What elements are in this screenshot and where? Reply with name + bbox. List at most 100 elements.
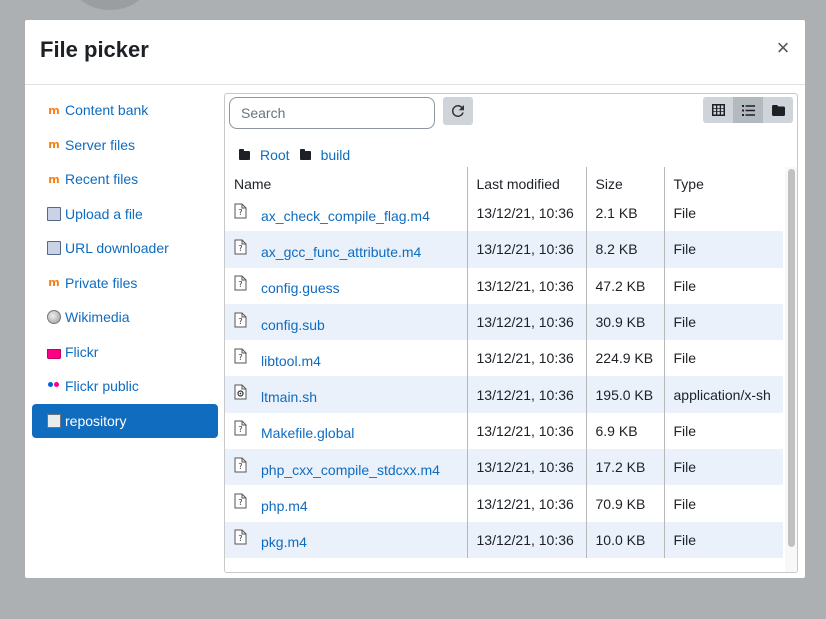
sidebar-item-wikimedia[interactable]: Wikimedia — [32, 300, 218, 335]
file-name: ax_check_compile_flag.m4 — [261, 207, 430, 224]
background-avatar — [68, 0, 152, 10]
sidebar-item-upload-a-file[interactable]: Upload a file — [32, 197, 218, 232]
table-row[interactable]: ? php_cxx_compile_stdcxx.m4 13/12/21, 10:3… — [225, 449, 783, 486]
sidebar-item-flickr-public[interactable]: Flickr public — [32, 369, 218, 404]
dialog-title: File picker — [40, 37, 149, 62]
file-link[interactable]: ? ax_gcc_func_attribute.m4 — [234, 239, 458, 260]
moodle-icon: m — [48, 172, 60, 186]
table-row[interactable]: ? config.sub 13/12/21, 10:36 30.9 KB File — [225, 303, 783, 341]
file-unknown-icon: ? — [234, 275, 247, 291]
svg-text:?: ? — [238, 462, 242, 471]
file-link[interactable]: ? config.guess — [234, 275, 458, 296]
breadcrumb-item-root[interactable]: Root — [239, 147, 290, 163]
file-unknown-icon: ? — [234, 493, 247, 509]
wikimedia-icon — [47, 310, 61, 325]
cell-last-modified: 13/12/21, 10:36 — [467, 303, 587, 341]
svg-text:?: ? — [238, 317, 242, 326]
breadcrumb-label: Root — [260, 147, 290, 163]
moodle-icon: m — [48, 138, 60, 152]
cell-size: 224.9 KB — [586, 340, 665, 377]
cell-last-modified: 13/12/21, 10:36 — [467, 449, 587, 486]
file-name: php_cxx_compile_stdcxx.m4 — [261, 461, 440, 478]
table-row[interactable]: ? php.m4 13/12/21, 10:36 70.9 KB File — [225, 485, 783, 522]
moodle-icon: m — [48, 103, 60, 117]
file-name: Makefile.global — [261, 425, 355, 442]
table-row[interactable]: ? ax_gcc_func_attribute.m4 13/12/21, 10:36… — [225, 231, 783, 268]
svg-text:?: ? — [238, 244, 242, 253]
sidebar-item-label: Wikimedia — [65, 309, 130, 326]
cell-type: File — [664, 521, 783, 558]
file-table: Name Last modified Size Type ? ax_check_comp… — [225, 167, 783, 558]
sidebar-item-repository[interactable]: repository — [32, 403, 218, 438]
file-link[interactable]: ? pkg.m4 — [234, 529, 458, 550]
cell-size: 195.0 KB — [586, 376, 665, 413]
file-unknown-icon: ? — [234, 420, 247, 436]
svg-text:?: ? — [238, 208, 242, 217]
cell-size: 8.2 KB — [586, 231, 665, 268]
sidebar-item-label: Server files — [65, 136, 136, 153]
table-row[interactable]: ? libtool.m4 13/12/21, 10:36 224.9 KB File — [225, 340, 783, 377]
icon-view-button[interactable] — [703, 97, 733, 123]
sidebar-item-content-bank[interactable]: m Content bank — [32, 93, 218, 128]
cell-type: File — [673, 277, 697, 294]
cell-type: File — [673, 422, 697, 439]
repository-icon — [47, 413, 61, 428]
table-row[interactable]: ? config.guess 13/12/21, 10:36 47.2 KB File — [225, 267, 783, 304]
file-link[interactable]: ? php.m4 — [234, 493, 458, 514]
view-mode-toggle — [703, 97, 793, 123]
table-row[interactable]: ? ax_check_compile_flag.m4 13/12/21, 10:36… — [225, 195, 783, 232]
file-unknown-icon: ? — [234, 312, 247, 328]
header-size[interactable]: Size — [586, 167, 665, 195]
cell-type: File — [673, 495, 697, 512]
file-link[interactable]: ? libtool.m4 — [234, 348, 458, 369]
cell-name: ? ax_gcc_func_attribute.m4 — [225, 231, 468, 268]
search-input[interactable] — [229, 97, 435, 129]
sidebar-item-private-files[interactable]: m Private files — [32, 266, 218, 301]
table-row[interactable]: ? pkg.m4 13/12/21, 10:36 10.0 KB File — [225, 521, 783, 558]
cell-last-modified: 13/12/21, 10:36 — [467, 485, 587, 522]
list-view-button[interactable] — [733, 97, 763, 123]
cell-type: File — [664, 303, 783, 341]
breadcrumb: Root build — [239, 147, 360, 163]
sidebar-item-server-files[interactable]: m Server files — [32, 128, 218, 163]
moodle-icon: m — [48, 276, 60, 290]
refresh-button[interactable] — [443, 97, 473, 125]
table-row[interactable]: ? Makefile.global 13/12/21, 10:36 6.9 KB Fil… — [225, 412, 783, 450]
table-row[interactable]: ltmain.sh 13/12/21, 10:36 195.0 KB applicat… — [225, 376, 783, 413]
header-type[interactable]: Type — [664, 167, 783, 195]
svg-text:?: ? — [238, 534, 242, 543]
sidebar-item-label: repository — [65, 412, 127, 429]
header-last-modified[interactable]: Last modified — [467, 167, 587, 195]
header-name[interactable]: Name — [225, 167, 468, 195]
scrollbar-thumb[interactable] — [788, 169, 795, 547]
file-link[interactable]: ? ax_check_compile_flag.m4 — [234, 203, 458, 224]
file-name: php.m4 — [261, 498, 308, 515]
file-link[interactable]: ? Makefile.global — [234, 420, 458, 441]
file-unknown-icon: ? — [234, 203, 247, 219]
file-link[interactable]: ltmain.sh — [234, 384, 458, 405]
refresh-icon — [452, 105, 464, 117]
cell-name: ltmain.sh — [225, 376, 468, 413]
file-script-icon — [234, 384, 247, 400]
file-link[interactable]: ? php_cxx_compile_stdcxx.m4 — [234, 457, 458, 478]
sidebar-item-label: Private files — [65, 274, 138, 291]
cell-name: ? php.m4 — [225, 485, 468, 522]
folder-icon — [299, 148, 311, 160]
breadcrumb-item-build[interactable]: build — [299, 147, 350, 163]
sidebar-item-recent-files[interactable]: m Recent files — [32, 162, 218, 197]
file-name: config.sub — [261, 316, 325, 333]
tree-view-button[interactable] — [763, 97, 793, 123]
file-name: libtool.m4 — [261, 352, 321, 369]
sidebar-item-flickr[interactable]: Flickr — [32, 335, 218, 370]
file-link[interactable]: ? config.sub — [234, 312, 458, 333]
file-name: ax_gcc_func_attribute.m4 — [261, 243, 422, 260]
cell-name: ? php_cxx_compile_stdcxx.m4 — [225, 449, 468, 486]
cell-size: 70.9 KB — [586, 485, 665, 522]
svg-text:?: ? — [238, 425, 242, 434]
close-icon[interactable]: × — [775, 37, 791, 59]
file-picker-dialog: File picker × m Content bank m Server files… — [25, 20, 805, 578]
sidebar-item-url-downloader[interactable]: URL downloader — [32, 231, 218, 266]
file-table-container: Name Last modified Size Type ? ax_check_comp… — [225, 167, 797, 572]
sidebar-item-label: Flickr — [65, 343, 99, 360]
cell-last-modified: 13/12/21, 10:36 — [467, 521, 587, 558]
